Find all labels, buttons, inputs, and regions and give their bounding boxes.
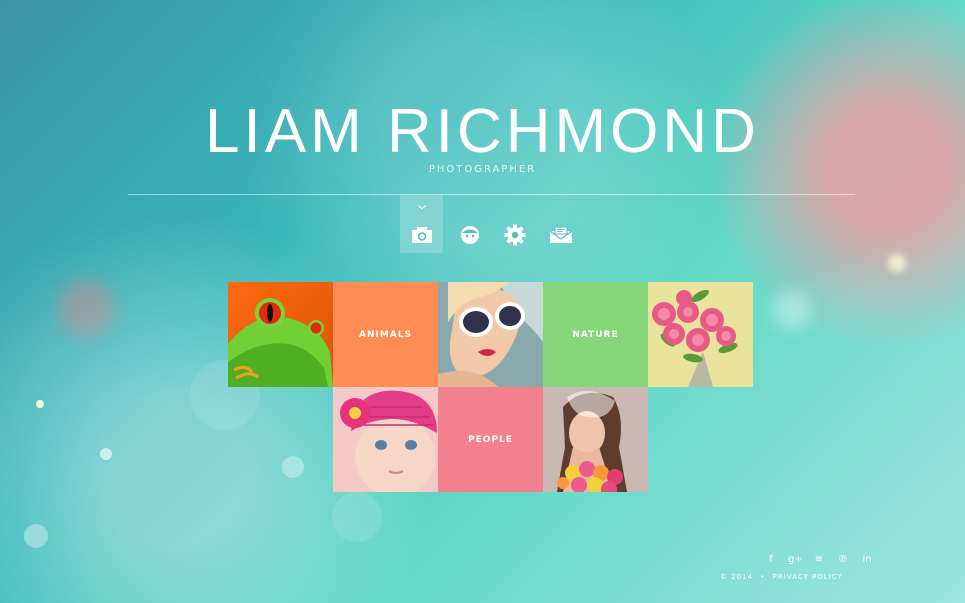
background-bokeh	[282, 456, 304, 478]
gallery-photo-baby[interactable]	[333, 387, 438, 492]
camera-icon	[411, 227, 432, 243]
rss-icon[interactable]: ≡	[812, 554, 826, 566]
linkedin-icon[interactable]: in	[860, 554, 874, 566]
gallery-category-nature[interactable]: NATURE	[543, 282, 648, 387]
bride-photo	[543, 387, 648, 492]
page-subtitle: PHOTOGRAPHER	[428, 164, 537, 175]
google-plus-icon[interactable]: g+	[788, 554, 803, 566]
background-bokeh	[24, 524, 48, 548]
privacy-policy-link[interactable]: PRIVACY POLICY	[773, 573, 843, 581]
social-links: f g+ ≡ ℗ in	[764, 554, 874, 566]
category-label: ANIMALS	[359, 329, 412, 340]
footer-info: © 2014 • PRIVACY POLICY	[720, 573, 843, 581]
roses-photo	[648, 282, 753, 387]
copyright-text: © 2014	[720, 573, 754, 581]
frog-photo	[228, 282, 333, 387]
facebook-icon[interactable]: f	[764, 554, 778, 566]
background-bokeh	[888, 254, 906, 272]
baby-photo	[333, 387, 438, 492]
footer-separator: •	[760, 573, 766, 581]
pinterest-icon[interactable]: ℗	[836, 554, 850, 566]
page-title: LIAM RICHMOND	[205, 97, 760, 166]
nav-gallery-button[interactable]	[400, 195, 443, 253]
nav-services-button[interactable]	[493, 195, 536, 253]
gallery-photo-roses[interactable]	[648, 282, 753, 387]
nav-about-button[interactable]	[448, 195, 491, 253]
main-nav	[399, 195, 589, 255]
background-bokeh	[772, 290, 812, 330]
gallery-photo-woman-sunglasses[interactable]	[438, 282, 543, 387]
envelope-icon	[549, 226, 572, 243]
smiley-icon	[460, 226, 479, 244]
gear-icon	[504, 224, 525, 246]
background-bokeh	[332, 492, 382, 542]
woman-sunglasses-photo	[438, 282, 543, 387]
gallery-photo-frog[interactable]	[228, 282, 333, 387]
background-bokeh	[58, 280, 114, 336]
background-bokeh	[100, 448, 112, 460]
gallery-category-people[interactable]: PEOPLE	[438, 387, 543, 492]
nav-contact-button[interactable]	[539, 195, 582, 253]
category-label: NATURE	[572, 329, 619, 340]
background-bokeh	[36, 400, 44, 408]
gallery-photo-bride[interactable]	[543, 387, 648, 492]
category-label: PEOPLE	[468, 434, 513, 445]
chevron-down-icon	[417, 205, 426, 210]
gallery-category-animals[interactable]: ANIMALS	[333, 282, 438, 387]
